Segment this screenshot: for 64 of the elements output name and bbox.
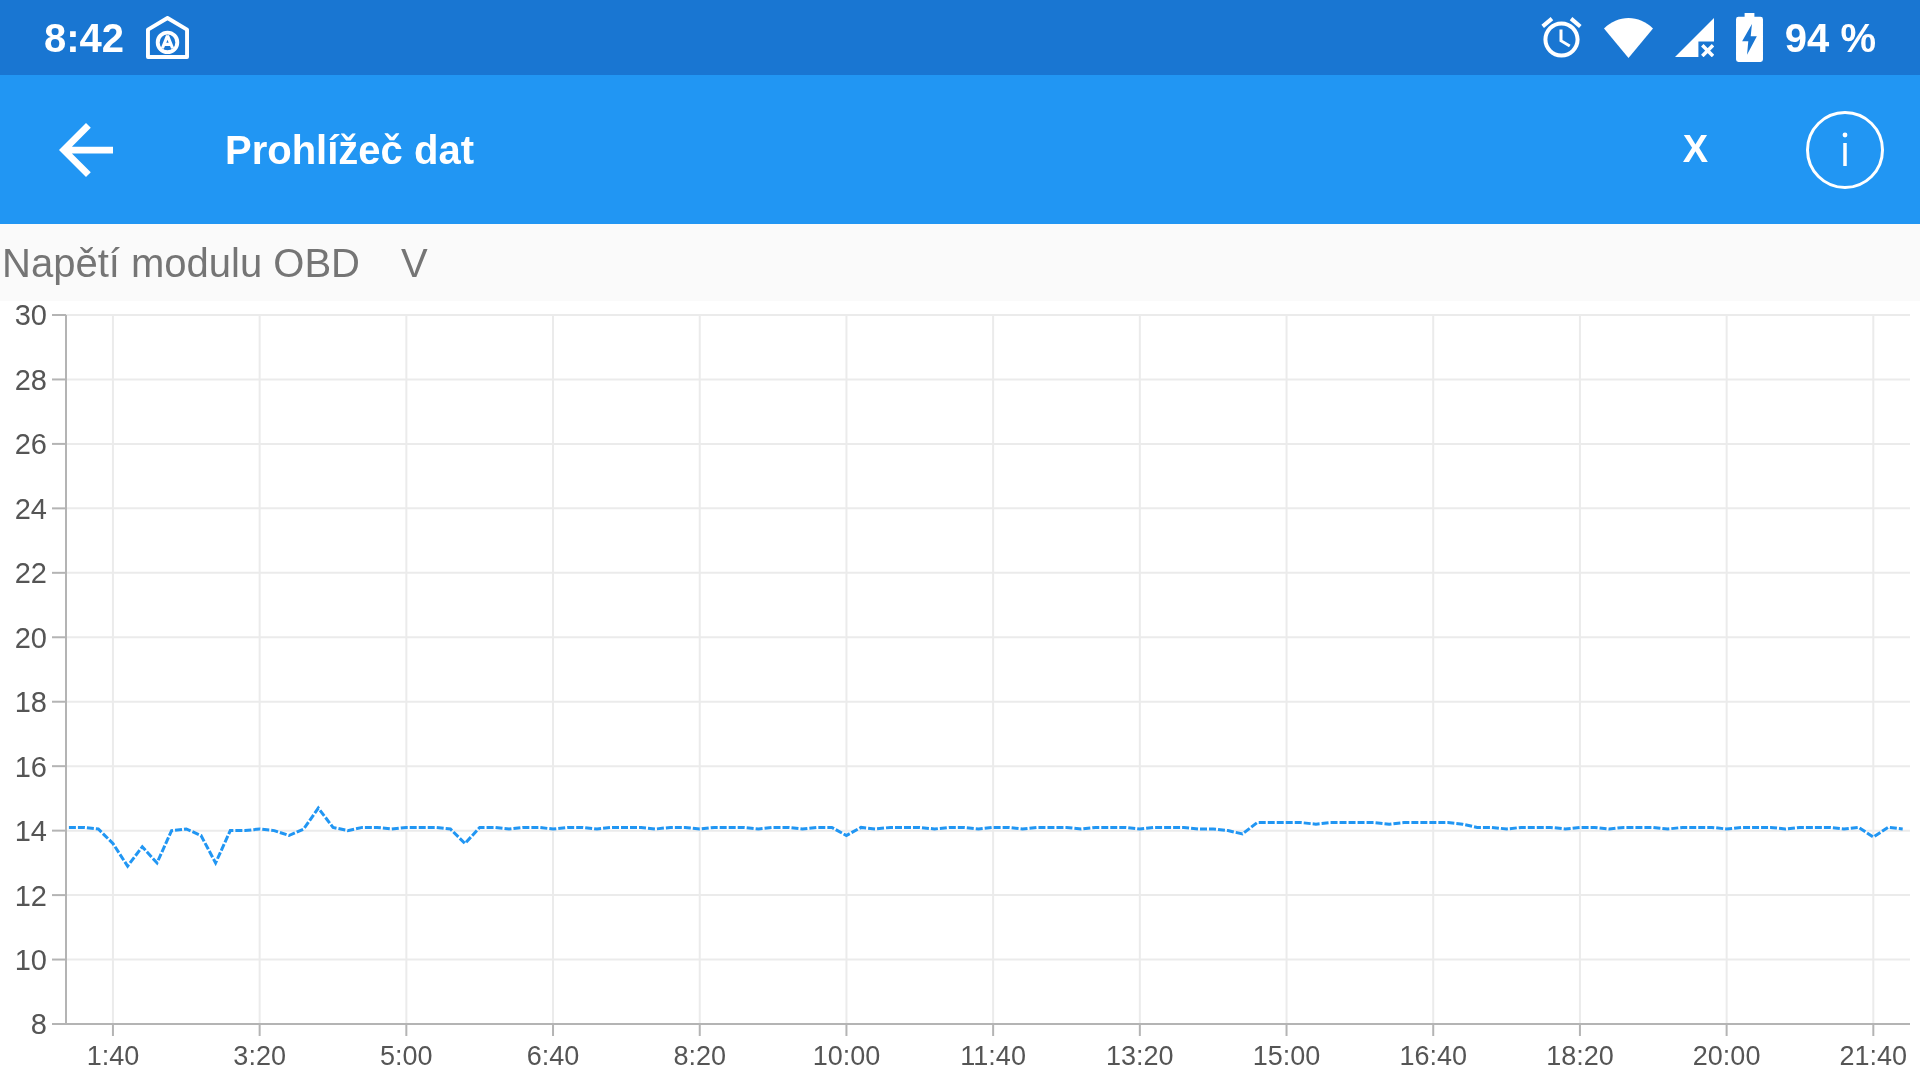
x-axis-label: 18:20 (1546, 1041, 1614, 1071)
house-icon (146, 16, 190, 59)
tick-mark (698, 1023, 701, 1037)
battery-percent: 94 % (1784, 17, 1876, 58)
parameter-name: Napětí modulu OBD (2, 239, 360, 286)
close-button[interactable]: X (1662, 110, 1728, 189)
x-axis-label: 10:00 (812, 1041, 881, 1071)
x-axis-label: 3:20 (233, 1041, 286, 1071)
tick-mark (1285, 1023, 1288, 1037)
y-axis-label: 16 (14, 750, 47, 783)
x-axis-label: 6:40 (526, 1041, 580, 1071)
wifi-icon (1603, 17, 1653, 58)
y-axis-label: 8 (30, 1008, 47, 1041)
battery-charging-icon (1735, 13, 1763, 62)
tick-mark (258, 1023, 261, 1037)
tick-mark (1578, 1023, 1581, 1037)
y-axis-label: 30 (14, 301, 47, 332)
tick-mark (51, 765, 67, 768)
tick-mark (51, 314, 67, 316)
tick-mark (405, 1023, 408, 1037)
alarm-clock-icon (1540, 17, 1582, 58)
y-axis-label: 26 (14, 428, 47, 461)
y-axis-label: 10 (14, 944, 47, 976)
tick-mark (51, 1023, 67, 1025)
x-axis-label: 11:40 (960, 1041, 1026, 1071)
x-axis-label: 21:40 (1839, 1041, 1908, 1071)
signal-icon (1674, 18, 1714, 57)
tick-mark (1872, 1023, 1875, 1037)
y-axis-label: 22 (14, 557, 47, 590)
tick-mark (1725, 1023, 1728, 1037)
back-arrow-icon (59, 122, 113, 177)
tick-mark (51, 507, 67, 510)
tick-mark (552, 1023, 555, 1037)
tick-mark (51, 700, 67, 703)
tick-mark (1432, 1023, 1435, 1037)
x-axis-label: 16:40 (1399, 1041, 1467, 1071)
tick-mark (51, 636, 67, 639)
screen-title: Prohlížeč dat (225, 126, 474, 174)
clock-time: 8:42 (44, 17, 125, 58)
tick-mark (845, 1023, 848, 1037)
y-axis-label: 24 (14, 492, 47, 525)
tick-mark (51, 894, 67, 897)
tick-mark (1138, 1023, 1141, 1037)
tick-mark (51, 958, 67, 961)
x-axis-label: 5:00 (380, 1041, 433, 1071)
x-axis-label: 1:40 (86, 1041, 140, 1071)
tick-mark (51, 442, 67, 445)
tick-mark (992, 1023, 995, 1037)
x-axis-label: 13:20 (1106, 1041, 1174, 1071)
y-axis-label: 20 (14, 621, 47, 654)
y-axis-label: 12 (14, 879, 47, 912)
y-axis-label: 14 (14, 815, 47, 848)
tick-mark (51, 829, 67, 832)
parameter-unit: V (400, 239, 428, 286)
x-axis-label: 8:20 (673, 1041, 726, 1071)
x-axis-label: 20:00 (1692, 1041, 1761, 1071)
tick-mark (51, 378, 67, 381)
tick-mark (111, 1023, 114, 1037)
y-axis-label: 28 (14, 363, 47, 396)
x-axis-label: 15:00 (1252, 1041, 1321, 1071)
info-button[interactable] (1806, 110, 1884, 189)
tick-mark (51, 571, 67, 574)
y-axis-label: 18 (14, 686, 47, 719)
info-icon (1806, 110, 1884, 189)
